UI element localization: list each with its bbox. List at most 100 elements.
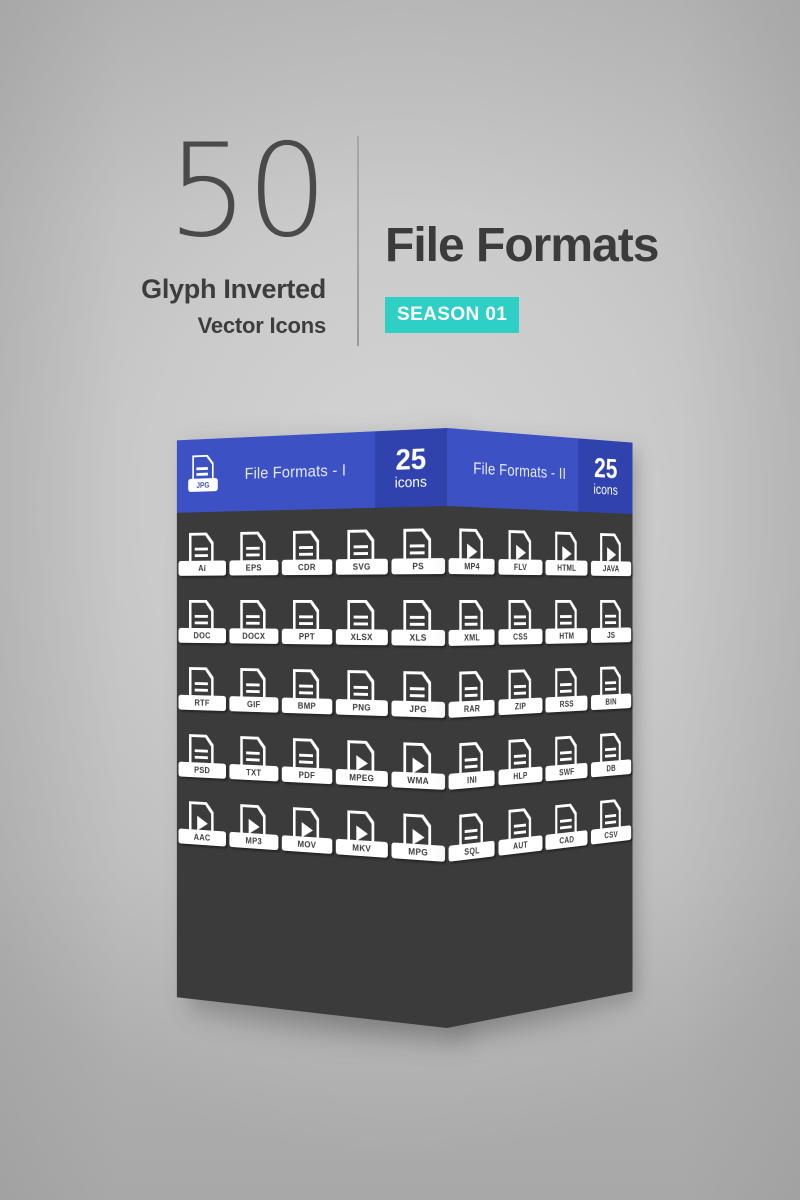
icon-grid-row: INI HLP SWF DB: [447, 732, 633, 796]
icon-cell[interactable]: CSV: [590, 798, 632, 850]
file-line-1: [604, 614, 616, 618]
txt-file-icon: TXT: [229, 736, 279, 787]
icon-cell[interactable]: FLV: [498, 530, 543, 581]
icon-cell[interactable]: RTF: [178, 667, 227, 717]
icon-cell[interactable]: MP3: [229, 804, 279, 856]
icon-cell[interactable]: CAD: [545, 802, 588, 856]
file-line-2: [194, 755, 208, 760]
icon-cell[interactable]: DOC: [178, 600, 227, 649]
file-format-label: DB: [590, 759, 632, 778]
panel-1-icon-grid: Ai EPS CDR SVG PS DOC DOCX PPT XLSX XLS RTF GIF BMP P…: [176, 506, 447, 918]
icon-grid-row: SQL AUT CAD CSV: [447, 798, 633, 868]
icon-cell[interactable]: XML: [448, 600, 495, 652]
pdf-file-icon: PDF: [281, 738, 333, 790]
file-line-1: [299, 753, 313, 758]
file-format-label: JS: [590, 627, 632, 643]
file-tag-label: JPG: [188, 477, 218, 492]
icon-cell[interactable]: CSS: [498, 600, 543, 651]
file-format-label: JAVA: [590, 560, 632, 577]
icon-cell[interactable]: RAR: [448, 670, 495, 723]
icon-cell[interactable]: RSS: [545, 667, 588, 718]
icon-cell[interactable]: DB: [590, 732, 632, 783]
icon-grid-row: MP4 FLV HTML JAVA: [447, 528, 633, 582]
icon-cell[interactable]: MOV: [281, 807, 333, 860]
icon-cell[interactable]: INI: [448, 741, 495, 796]
file-format-label: WMA: [391, 771, 446, 790]
icon-cell[interactable]: AAC: [178, 801, 227, 853]
icon-cell[interactable]: EPS: [229, 531, 279, 581]
file-format-label: PPT: [281, 628, 333, 645]
panels-stage: JPG File Formats - I 25 icons Ai EPS CDR SV…: [0, 0, 800, 1200]
icon-cell[interactable]: MPEG: [335, 740, 388, 793]
icon-cell[interactable]: PS: [391, 528, 446, 580]
icon-cell[interactable]: HTML: [545, 531, 588, 581]
icon-cell[interactable]: SWF: [545, 735, 588, 787]
file-format-label: ZIP: [498, 697, 543, 716]
file-format-label: PDF: [281, 766, 333, 785]
mpg-file-icon: MPG: [391, 813, 446, 867]
icon-cell[interactable]: DOCX: [229, 600, 279, 650]
icon-cell[interactable]: PPT: [281, 600, 333, 650]
icon-cell[interactable]: TXT: [229, 736, 279, 787]
flv-file-icon: FLV: [498, 530, 543, 581]
file-format-label: SWF: [545, 762, 588, 782]
icon-cell[interactable]: ZIP: [498, 669, 543, 721]
icon-cell[interactable]: MPG: [391, 813, 446, 868]
file-format-label: MPG: [391, 842, 446, 862]
panel-1-count-label: icons: [394, 473, 427, 492]
icon-cell[interactable]: HLP: [498, 738, 543, 792]
mp3-file-icon: MP3: [229, 804, 279, 856]
js-file-icon: JS: [590, 600, 632, 648]
file-line-2: [464, 693, 478, 698]
swf-file-icon: SWF: [545, 735, 588, 786]
file-line-1: [464, 686, 478, 691]
file-format-label: AAC: [178, 828, 227, 847]
sql-file-icon: SQL: [448, 812, 495, 867]
icon-cell[interactable]: JAVA: [590, 533, 632, 582]
file-line-1: [560, 615, 572, 619]
icon-cell[interactable]: CDR: [281, 530, 333, 581]
icon-cell[interactable]: Ai: [178, 532, 227, 581]
icon-cell[interactable]: JS: [590, 600, 632, 649]
icon-cell[interactable]: XLSX: [335, 600, 388, 651]
panel-2-header-main: File Formats - II: [447, 428, 578, 512]
file-format-label: CSS: [498, 628, 543, 645]
file-line-1: [409, 687, 425, 691]
icon-cell[interactable]: BMP: [281, 669, 333, 720]
file-line-1: [299, 615, 313, 619]
file-format-label: RSS: [545, 695, 588, 713]
mkv-file-icon: MKV: [335, 810, 388, 863]
icon-cell[interactable]: GIF: [229, 668, 279, 719]
rss-file-icon: RSS: [545, 668, 588, 718]
file-format-label: PSD: [178, 761, 227, 779]
file-format-label: PNG: [335, 698, 388, 717]
file-format-label: CDR: [281, 559, 333, 576]
file-line-1: [409, 615, 425, 619]
file-format-label: HLP: [498, 766, 543, 786]
play-icon: [467, 543, 478, 560]
hlp-file-icon: HLP: [498, 738, 543, 791]
icon-cell[interactable]: AUT: [498, 807, 543, 862]
file-line-1: [513, 615, 526, 619]
icon-cell[interactable]: BIN: [590, 666, 632, 716]
file-line-2: [246, 689, 260, 694]
icon-cell[interactable]: PNG: [335, 670, 388, 722]
file-line-2: [560, 621, 572, 625]
file-line-1: [246, 683, 260, 687]
file-line-2: [194, 554, 208, 558]
icon-cell[interactable]: JPG: [391, 671, 446, 724]
icon-cell[interactable]: SQL: [448, 811, 495, 867]
file-format-label: RTF: [178, 694, 227, 712]
icon-cell[interactable]: MKV: [335, 810, 388, 864]
icon-cell[interactable]: XLS: [391, 600, 446, 652]
file-line-1: [246, 546, 260, 550]
aac-file-icon: AAC: [178, 801, 227, 852]
icon-cell[interactable]: SVG: [335, 529, 388, 580]
icon-cell[interactable]: HTM: [545, 600, 588, 650]
icon-cell[interactable]: MP4: [448, 528, 495, 580]
file-format-label: MOV: [281, 835, 333, 855]
icon-cell[interactable]: PDF: [281, 738, 333, 790]
icon-cell[interactable]: WMA: [391, 742, 446, 796]
file-line-1: [299, 545, 313, 550]
icon-cell[interactable]: PSD: [178, 734, 227, 785]
